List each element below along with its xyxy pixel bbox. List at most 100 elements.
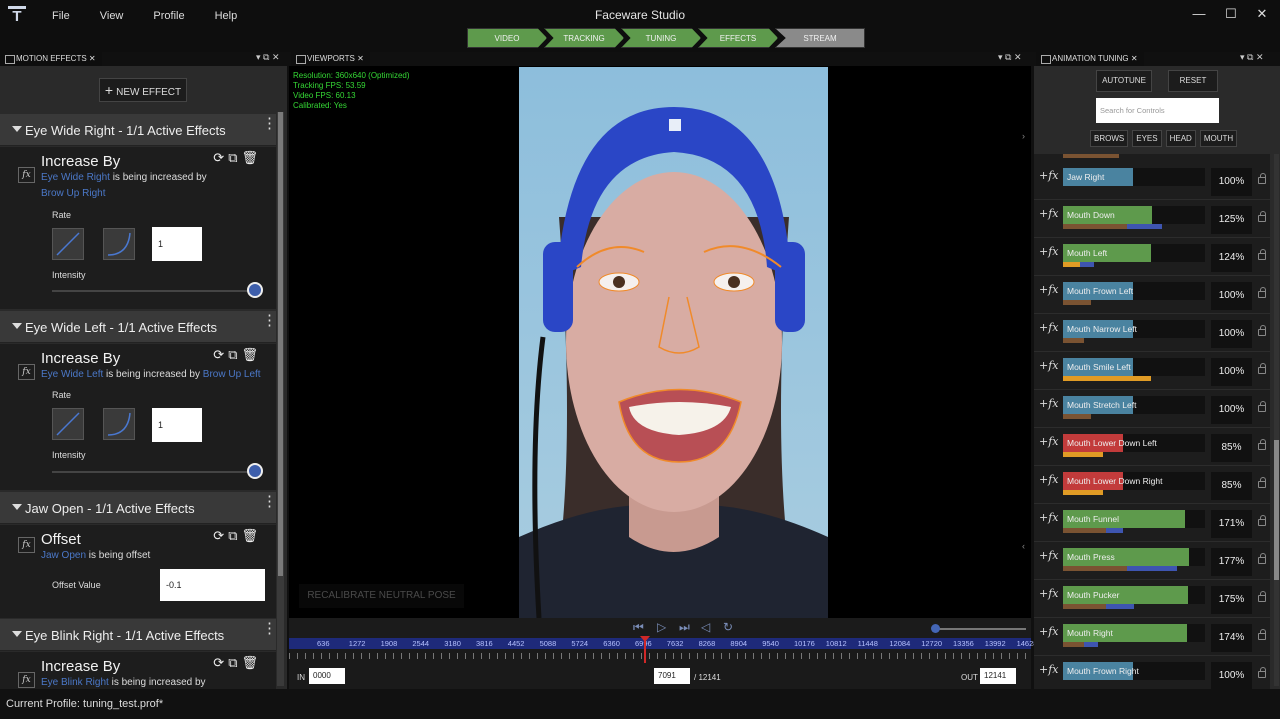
linear-curve-button[interactable] [52, 408, 84, 440]
collapse-triangle-icon[interactable] [12, 631, 22, 637]
lock-icon[interactable] [1258, 439, 1266, 450]
kebab-menu-icon[interactable]: ⋮ [262, 494, 277, 509]
search-controls-input[interactable]: Search for Controls [1096, 98, 1219, 123]
control-percent-input[interactable]: 175% [1211, 586, 1252, 614]
add-effect-icon[interactable]: +fx [1039, 169, 1059, 182]
delete-icon[interactable]: 🗑 [241, 347, 262, 362]
ease-curve-button[interactable] [103, 408, 135, 440]
step-stream[interactable]: STREAM [775, 28, 865, 48]
effect-group-header[interactable]: Eye Wide Right - 1/1 Active Effects ⋮ [0, 114, 277, 146]
playhead[interactable] [639, 636, 650, 663]
add-effect-icon[interactable]: +fx [1039, 321, 1059, 334]
edit-icon[interactable]: ⧉ [228, 528, 241, 543]
panel-controls-right[interactable]: ▾ ⧉ ✕ [1240, 52, 1264, 63]
source-link[interactable]: Brow Up Right [41, 188, 105, 199]
close-icon[interactable]: ✕ [357, 54, 364, 63]
edit-icon[interactable]: ⧉ [228, 347, 241, 362]
control-percent-input[interactable]: 100% [1211, 358, 1252, 386]
reset-icon[interactable]: ⟳ [213, 655, 228, 670]
control-slider[interactable]: Mouth Left [1063, 244, 1205, 262]
lock-icon[interactable] [1258, 591, 1266, 602]
target-link[interactable]: Jaw Open [41, 550, 86, 561]
out-frame-input[interactable]: 12141 [980, 668, 1016, 684]
target-link[interactable]: Eye Wide Left [41, 369, 103, 380]
lock-icon[interactable] [1258, 249, 1266, 260]
control-percent-input[interactable]: 125% [1211, 206, 1252, 234]
lock-icon[interactable] [1258, 553, 1266, 564]
collapse-triangle-icon[interactable] [12, 323, 22, 329]
step-tracking[interactable]: TRACKING [544, 28, 624, 48]
add-effect-icon[interactable]: +fx [1039, 473, 1059, 486]
add-effect-icon[interactable]: +fx [1039, 207, 1059, 220]
source-link[interactable]: Brow Up Left [203, 369, 261, 380]
control-slider[interactable]: Mouth Funnel [1063, 510, 1205, 528]
timeline-ticks[interactable] [289, 649, 1031, 663]
add-effect-icon[interactable]: +fx [1039, 587, 1059, 600]
lock-icon[interactable] [1258, 173, 1266, 184]
add-effect-icon[interactable]: +fx [1039, 511, 1059, 524]
control-percent-input[interactable]: 100% [1211, 282, 1252, 310]
reset-icon[interactable]: ⟳ [213, 347, 228, 362]
lock-icon[interactable] [1258, 363, 1266, 374]
control-slider[interactable]: Mouth Press [1063, 548, 1205, 566]
menu-view[interactable]: View [100, 10, 124, 22]
offset-value-input[interactable]: -0.1 [160, 569, 265, 601]
motion-effects-scrollbar[interactable] [277, 112, 284, 686]
intensity-slider[interactable] [52, 290, 252, 292]
intensity-slider[interactable] [52, 471, 252, 473]
control-slider[interactable]: Mouth Narrow Left [1063, 320, 1205, 338]
delete-icon[interactable]: 🗑 [241, 528, 262, 543]
add-effect-icon[interactable]: +fx [1039, 435, 1059, 448]
control-slider[interactable]: Mouth Lower Down Right [1063, 472, 1205, 490]
timeline-zoom-handle[interactable] [931, 624, 940, 633]
scrollbar-thumb[interactable] [1274, 440, 1279, 580]
menu-help[interactable]: Help [215, 10, 238, 22]
add-effect-icon[interactable]: +fx [1039, 359, 1059, 372]
lock-icon[interactable] [1258, 211, 1266, 222]
step-effects[interactable]: EFFECTS [698, 28, 778, 48]
chevron-left-icon[interactable]: ‹ [1022, 541, 1025, 551]
add-effect-icon[interactable]: +fx [1039, 283, 1059, 296]
effect-group-header[interactable]: Eye Blink Right - 1/1 Active Effects ⋮ [0, 619, 277, 651]
new-effect-button[interactable]: + NEW EFFECT [99, 78, 187, 102]
menu-profile[interactable]: Profile [153, 10, 184, 22]
control-slider[interactable]: Mouth Smile Left [1063, 358, 1205, 376]
scrollbar-thumb[interactable] [278, 112, 283, 576]
delete-icon[interactable]: 🗑 [241, 150, 262, 165]
close-button[interactable]: ✕ [1255, 6, 1269, 22]
maximize-button[interactable]: ☐ [1224, 6, 1238, 22]
control-percent-input[interactable]: 100% [1211, 662, 1252, 689]
timeline-zoom-slider[interactable] [936, 628, 1026, 630]
lock-icon[interactable] [1258, 325, 1266, 336]
play-icon[interactable]: ▷ [657, 620, 666, 634]
close-icon[interactable]: ✕ [1131, 54, 1138, 63]
kebab-menu-icon[interactable]: ⋮ [262, 621, 277, 636]
skip-start-icon[interactable]: ⏮ [633, 620, 644, 635]
delete-icon[interactable]: 🗑 [241, 655, 262, 670]
lock-icon[interactable] [1258, 477, 1266, 488]
add-effect-icon[interactable]: +fx [1039, 397, 1059, 410]
control-percent-input[interactable]: 174% [1211, 624, 1252, 652]
lock-icon[interactable] [1258, 629, 1266, 640]
control-slider[interactable]: Mouth Frown Right [1063, 662, 1205, 680]
filter-eyes[interactable]: EYES [1132, 130, 1162, 147]
panel-controls-left[interactable]: ▾ ⧉ ✕ [256, 52, 280, 63]
autotune-button[interactable]: AUTOTUNE [1096, 70, 1152, 92]
add-effect-icon[interactable]: +fx [1039, 625, 1059, 638]
control-percent-input[interactable]: 100% [1211, 320, 1252, 348]
intensity-slider-handle[interactable] [247, 282, 263, 298]
control-percent-input[interactable]: 124% [1211, 244, 1252, 272]
filter-mouth[interactable]: MOUTH [1199, 130, 1238, 147]
lock-icon[interactable] [1258, 401, 1266, 412]
viewport[interactable]: Resolution: 360x640 (Optimized) Tracking… [289, 66, 1031, 618]
rate-input[interactable]: 1 [152, 408, 202, 442]
panel-controls-viewport[interactable]: ▾ ⧉ ✕ [998, 52, 1022, 63]
minimize-button[interactable]: — [1192, 6, 1206, 21]
reset-button[interactable]: RESET [1168, 70, 1218, 92]
filter-head[interactable]: HEAD [1165, 130, 1196, 147]
reset-icon[interactable]: ⟳ [213, 528, 228, 543]
control-slider[interactable]: Mouth Lower Down Left [1063, 434, 1205, 452]
add-effect-icon[interactable]: +fx [1039, 663, 1059, 676]
kebab-menu-icon[interactable]: ⋮ [262, 116, 277, 131]
lock-icon[interactable] [1258, 667, 1266, 678]
